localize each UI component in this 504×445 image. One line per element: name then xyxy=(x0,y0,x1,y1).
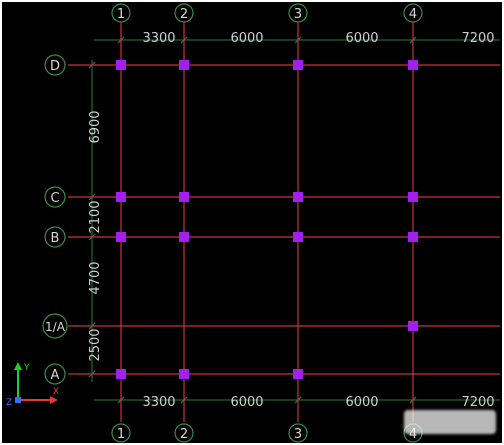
ucs-y-label: Y xyxy=(23,363,30,373)
dimension-bottom-1: 3300 xyxy=(142,395,175,410)
column-B-2[interactable] xyxy=(179,232,189,242)
column-C-3[interactable] xyxy=(293,192,303,202)
dimension-left-4: 2500 xyxy=(88,328,103,361)
ucs-z-label: Z xyxy=(6,398,12,408)
dimension-bottom-2: 6000 xyxy=(230,395,263,410)
watermark-logo xyxy=(404,410,496,434)
axis-label-1A: 1/A xyxy=(45,320,66,334)
column-B-4[interactable] xyxy=(408,232,418,242)
floor-grid-plan[interactable]: 1 2 3 4 1 2 3 4 D C B 1/A A 3300 6000 60… xyxy=(2,2,502,443)
axis-bubble-D[interactable]: D xyxy=(44,54,66,76)
column-1A-4[interactable] xyxy=(408,321,418,331)
axis-label-C: C xyxy=(50,191,59,206)
column-A-3[interactable] xyxy=(293,369,303,379)
axis-bubble-top-4[interactable]: 4 xyxy=(403,3,423,23)
dimension-top-4: 7200 xyxy=(461,31,494,46)
axis-bubble-bottom-2[interactable]: 2 xyxy=(174,423,194,443)
column-D-2[interactable] xyxy=(179,60,189,70)
axis-label-top-3: 3 xyxy=(294,7,302,22)
column-A-1[interactable] xyxy=(116,369,126,379)
dimension-left-3: 4700 xyxy=(88,261,103,294)
axis-label-bottom-3: 3 xyxy=(294,427,302,442)
dimension-left-1: 6900 xyxy=(88,110,103,143)
axis-label-D: D xyxy=(50,59,60,74)
column-C-1[interactable] xyxy=(116,192,126,202)
columns xyxy=(116,60,418,379)
axis-bubble-top-2[interactable]: 2 xyxy=(174,3,194,23)
dimension-bottom-3: 6000 xyxy=(345,395,378,410)
axis-label-top-4: 4 xyxy=(409,7,417,22)
axis-bubble-bottom-1[interactable]: 1 xyxy=(111,423,131,443)
axis-label-top-1: 1 xyxy=(117,7,125,22)
column-C-2[interactable] xyxy=(179,192,189,202)
axis-label-A: A xyxy=(51,368,60,383)
ucs-x-label: X xyxy=(53,387,59,397)
dimension-top-2: 6000 xyxy=(230,31,263,46)
axis-bubble-top-1[interactable]: 1 xyxy=(111,3,131,23)
dimension-left-2: 2100 xyxy=(88,200,103,233)
axis-label-B: B xyxy=(51,231,60,246)
column-C-4[interactable] xyxy=(408,192,418,202)
dimension-top-3: 6000 xyxy=(345,31,378,46)
axis-bubble-A[interactable]: A xyxy=(44,363,66,385)
axis-bubble-bottom-3[interactable]: 3 xyxy=(288,423,308,443)
axis-label-bottom-1: 1 xyxy=(117,427,125,442)
axis-bubble-top-3[interactable]: 3 xyxy=(288,3,308,23)
column-D-1[interactable] xyxy=(116,60,126,70)
column-D-3[interactable] xyxy=(293,60,303,70)
dimension-top-1: 3300 xyxy=(142,31,175,46)
axis-bubble-C[interactable]: C xyxy=(44,186,66,208)
dimension-ticks xyxy=(88,36,417,404)
axis-label-top-2: 2 xyxy=(180,7,188,22)
column-D-4[interactable] xyxy=(408,60,418,70)
axis-bubble-B[interactable]: B xyxy=(44,226,66,248)
column-A-2[interactable] xyxy=(179,369,189,379)
axis-label-bottom-2: 2 xyxy=(180,427,188,442)
column-B-1[interactable] xyxy=(116,232,126,242)
column-B-3[interactable] xyxy=(293,232,303,242)
cad-drawing-viewport[interactable]: 1 2 3 4 1 2 3 4 D C B 1/A A 3300 6000 60… xyxy=(2,2,502,443)
axis-bubble-1A[interactable]: 1/A xyxy=(42,313,68,339)
dimension-bottom-4: 7200 xyxy=(461,395,494,410)
